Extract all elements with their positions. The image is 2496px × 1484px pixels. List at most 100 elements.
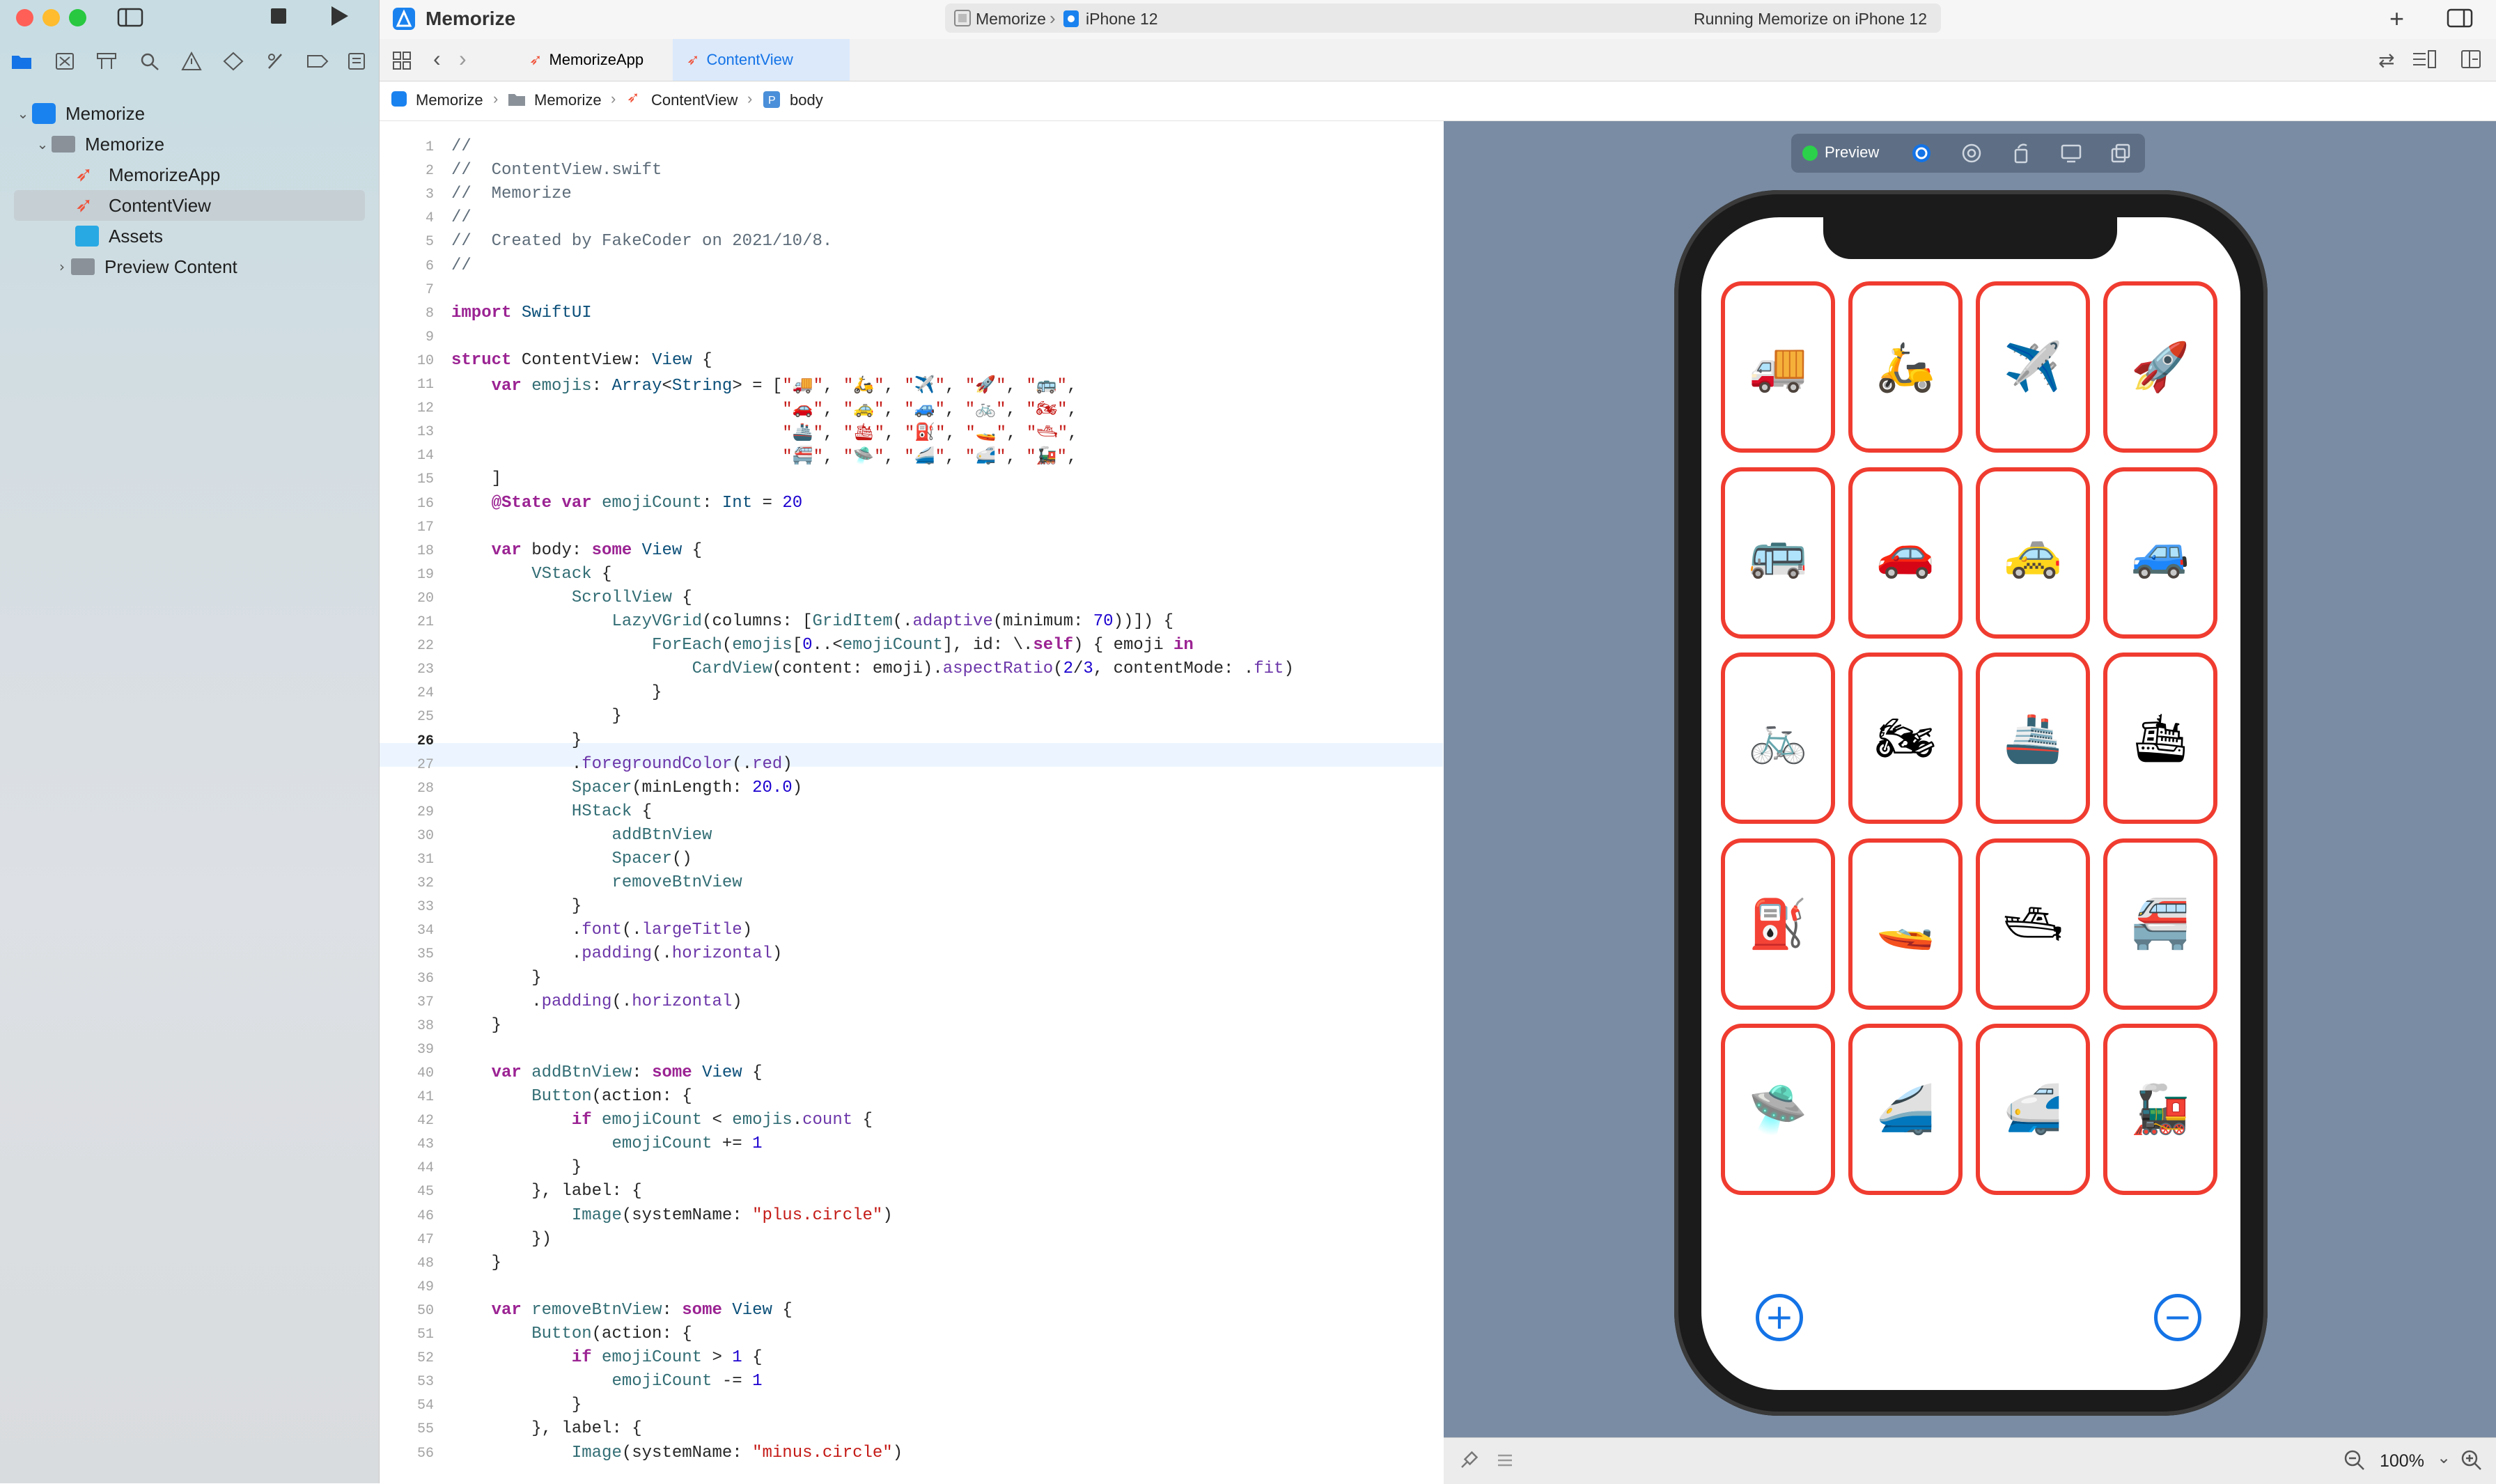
code-line[interactable]: emojiCount += 1 <box>451 1134 762 1153</box>
minimize-window-button[interactable] <box>42 9 60 26</box>
emoji-card[interactable]: 🛥 <box>1976 838 2090 1010</box>
grid-icon[interactable] <box>392 51 412 74</box>
code-line[interactable]: ForEach(emojis[0..<emojiCount], id: \.se… <box>451 636 1194 655</box>
device-selector[interactable]: iPhone 12 <box>1086 10 1158 29</box>
disclosure-closed-icon[interactable]: › <box>53 258 71 275</box>
stop-icon[interactable] <box>268 6 289 31</box>
tree-item-group[interactable]: › Preview Content <box>14 251 365 282</box>
minus-circle-icon[interactable]: − <box>2154 1294 2201 1341</box>
tab-contentview[interactable]: ➶ ContentView <box>673 39 850 81</box>
code-line[interactable]: .padding(.horizontal) <box>451 944 782 963</box>
pin-icon[interactable] <box>1459 1451 1479 1474</box>
code-line[interactable]: var addBtnView: some View { <box>451 1063 763 1082</box>
code-line[interactable]: var body: some View { <box>451 541 702 560</box>
device-screen[interactable]: 🚚 🛵 ✈️ 🚀 🚌 🚗 🚕 🚙 🚲 🏍 🚢 🛳 ⛽️ 🚤 🛥 🚝 🛸 🚄 🚅 🚂 + − <box>1701 217 2240 1390</box>
find-navigator-icon[interactable] <box>139 52 160 76</box>
swap-icon[interactable]: ⇄ <box>2378 49 2394 72</box>
code-line[interactable]: // ContentView.swift <box>451 161 662 180</box>
breadcrumb-item[interactable]: Memorize <box>534 91 602 109</box>
rotate-icon[interactable] <box>2011 143 2032 167</box>
tree-item-file[interactable]: ➶ MemorizeApp <box>14 159 365 190</box>
back-icon[interactable]: ‹ <box>433 46 441 72</box>
tree-item-group[interactable]: ⌄ Memorize <box>14 129 365 159</box>
breadcrumb-item[interactable]: ContentView <box>651 91 738 109</box>
symbol-navigator-icon[interactable] <box>96 52 117 76</box>
code-line[interactable]: addBtnView <box>451 826 712 845</box>
live-preview-icon[interactable] <box>1911 143 1932 167</box>
tree-item-file-selected[interactable]: ➶ ContentView <box>14 190 365 221</box>
emoji-card[interactable]: 🚲 <box>1721 653 1835 824</box>
emoji-card[interactable]: 🚀 <box>2103 281 2217 453</box>
code-line[interactable]: // <box>451 137 471 156</box>
code-line[interactable]: "🚗", "🚕", "🚙", "🚲", "🏍", <box>451 398 1077 419</box>
report-navigator-icon[interactable] <box>347 52 366 76</box>
emoji-card[interactable]: 🏍 <box>1848 653 1963 824</box>
code-line[interactable]: // Created by FakeCoder on 2021/10/8. <box>451 232 832 251</box>
forward-icon[interactable]: › <box>459 46 467 72</box>
code-line[interactable]: CardView(content: emoji).aspectRatio(2/3… <box>451 659 1294 678</box>
code-line[interactable]: "🚢", "🛳", "⛽️", "🚤", "🛥", <box>451 422 1077 443</box>
zoom-window-button[interactable] <box>69 9 86 26</box>
emoji-card[interactable]: 🚙 <box>2103 467 2217 639</box>
emoji-card[interactable]: 🚤 <box>1848 838 1963 1010</box>
emoji-card[interactable]: 🚌 <box>1721 467 1835 639</box>
duplicate-icon[interactable] <box>2110 143 2131 167</box>
code-line[interactable]: // <box>451 208 471 227</box>
test-navigator-icon[interactable] <box>223 52 244 76</box>
project-navigator-icon[interactable] <box>11 52 32 75</box>
code-line[interactable]: } <box>451 683 662 702</box>
emoji-card[interactable]: 🚚 <box>1721 281 1835 453</box>
preview-label[interactable]: Preview <box>1825 143 1879 162</box>
emoji-card[interactable]: 🚄 <box>1848 1024 1963 1195</box>
code-line[interactable]: var emojis: Array<String> = ["🚚", "🛵", "… <box>451 375 1077 396</box>
chevron-down-icon[interactable]: ⌄ <box>2437 1448 2451 1467</box>
code-line[interactable]: HStack { <box>451 802 652 821</box>
code-line[interactable]: } <box>451 1158 582 1177</box>
code-line[interactable]: import SwiftUI <box>451 304 592 322</box>
code-line[interactable]: Button(action: { <box>451 1325 692 1343</box>
source-editor[interactable]: 1 // 2 // ContentView.swift 3 // Memorize 4 // 5… <box>380 121 1443 1483</box>
breadcrumb-item[interactable]: Memorize <box>416 91 483 109</box>
code-line[interactable]: .foregroundColor(.red) <box>451 755 793 774</box>
scheme-selector[interactable]: Memorize <box>976 10 1046 29</box>
code-line[interactable]: .padding(.horizontal) <box>451 992 742 1011</box>
code-line[interactable]: var removeBtnView: some View { <box>451 1301 793 1320</box>
code-line[interactable]: Button(action: { <box>451 1087 692 1106</box>
code-line[interactable]: }, label: { <box>451 1182 641 1201</box>
disclosure-open-icon[interactable]: ⌄ <box>14 105 32 122</box>
run-icon[interactable] <box>327 4 351 32</box>
code-line[interactable]: emojiCount -= 1 <box>451 1372 762 1391</box>
emoji-card[interactable]: 🛳 <box>2103 653 2217 824</box>
emoji-card[interactable]: 🚝 <box>2103 838 2217 1010</box>
code-line[interactable]: Image(systemName: "minus.circle") <box>451 1444 903 1462</box>
code-line[interactable]: if emojiCount < emojis.count { <box>451 1111 873 1130</box>
code-line[interactable]: .font(.largeTitle) <box>451 921 752 939</box>
code-line[interactable]: Spacer() <box>451 850 692 868</box>
code-line[interactable]: ] <box>451 469 501 488</box>
zoom-in-icon[interactable] <box>2460 1449 2483 1475</box>
close-window-button[interactable] <box>16 9 33 26</box>
code-line[interactable]: Spacer(minLength: 20.0) <box>451 779 802 797</box>
code-line[interactable]: // Memorize <box>451 185 572 203</box>
breakpoint-navigator-icon[interactable] <box>306 52 329 76</box>
code-line[interactable]: @State var emojiCount: Int = 20 <box>451 494 803 513</box>
breadcrumb-item[interactable]: body <box>790 91 823 109</box>
emoji-card[interactable]: ⛽️ <box>1721 838 1835 1010</box>
sidebar-toggle-icon[interactable] <box>117 7 143 32</box>
selectable-icon[interactable] <box>1961 143 1982 167</box>
disclosure-open-icon[interactable]: ⌄ <box>33 136 52 153</box>
code-line[interactable]: VStack { <box>451 565 611 584</box>
code-line[interactable]: } <box>451 1016 501 1035</box>
emoji-card[interactable]: 🛵 <box>1848 281 1963 453</box>
code-line[interactable]: if emojiCount > 1 { <box>451 1348 763 1367</box>
source-control-navigator-icon[interactable] <box>54 52 75 76</box>
plus-circle-icon[interactable]: + <box>1756 1294 1803 1341</box>
emoji-card[interactable]: ✈️ <box>1976 281 2090 453</box>
emoji-card[interactable]: 🚢 <box>1976 653 2090 824</box>
editor-options-icon[interactable] <box>2412 49 2437 72</box>
emoji-card[interactable]: 🚕 <box>1976 467 2090 639</box>
inspector-toggle-icon[interactable] <box>2447 8 2473 32</box>
code-line[interactable]: Image(systemName: "plus.circle") <box>451 1206 893 1225</box>
tree-item-assets[interactable]: Assets <box>14 221 365 251</box>
code-line[interactable]: "🚝", "🛸", "🚄", "🚅", "🚂", <box>451 446 1077 467</box>
